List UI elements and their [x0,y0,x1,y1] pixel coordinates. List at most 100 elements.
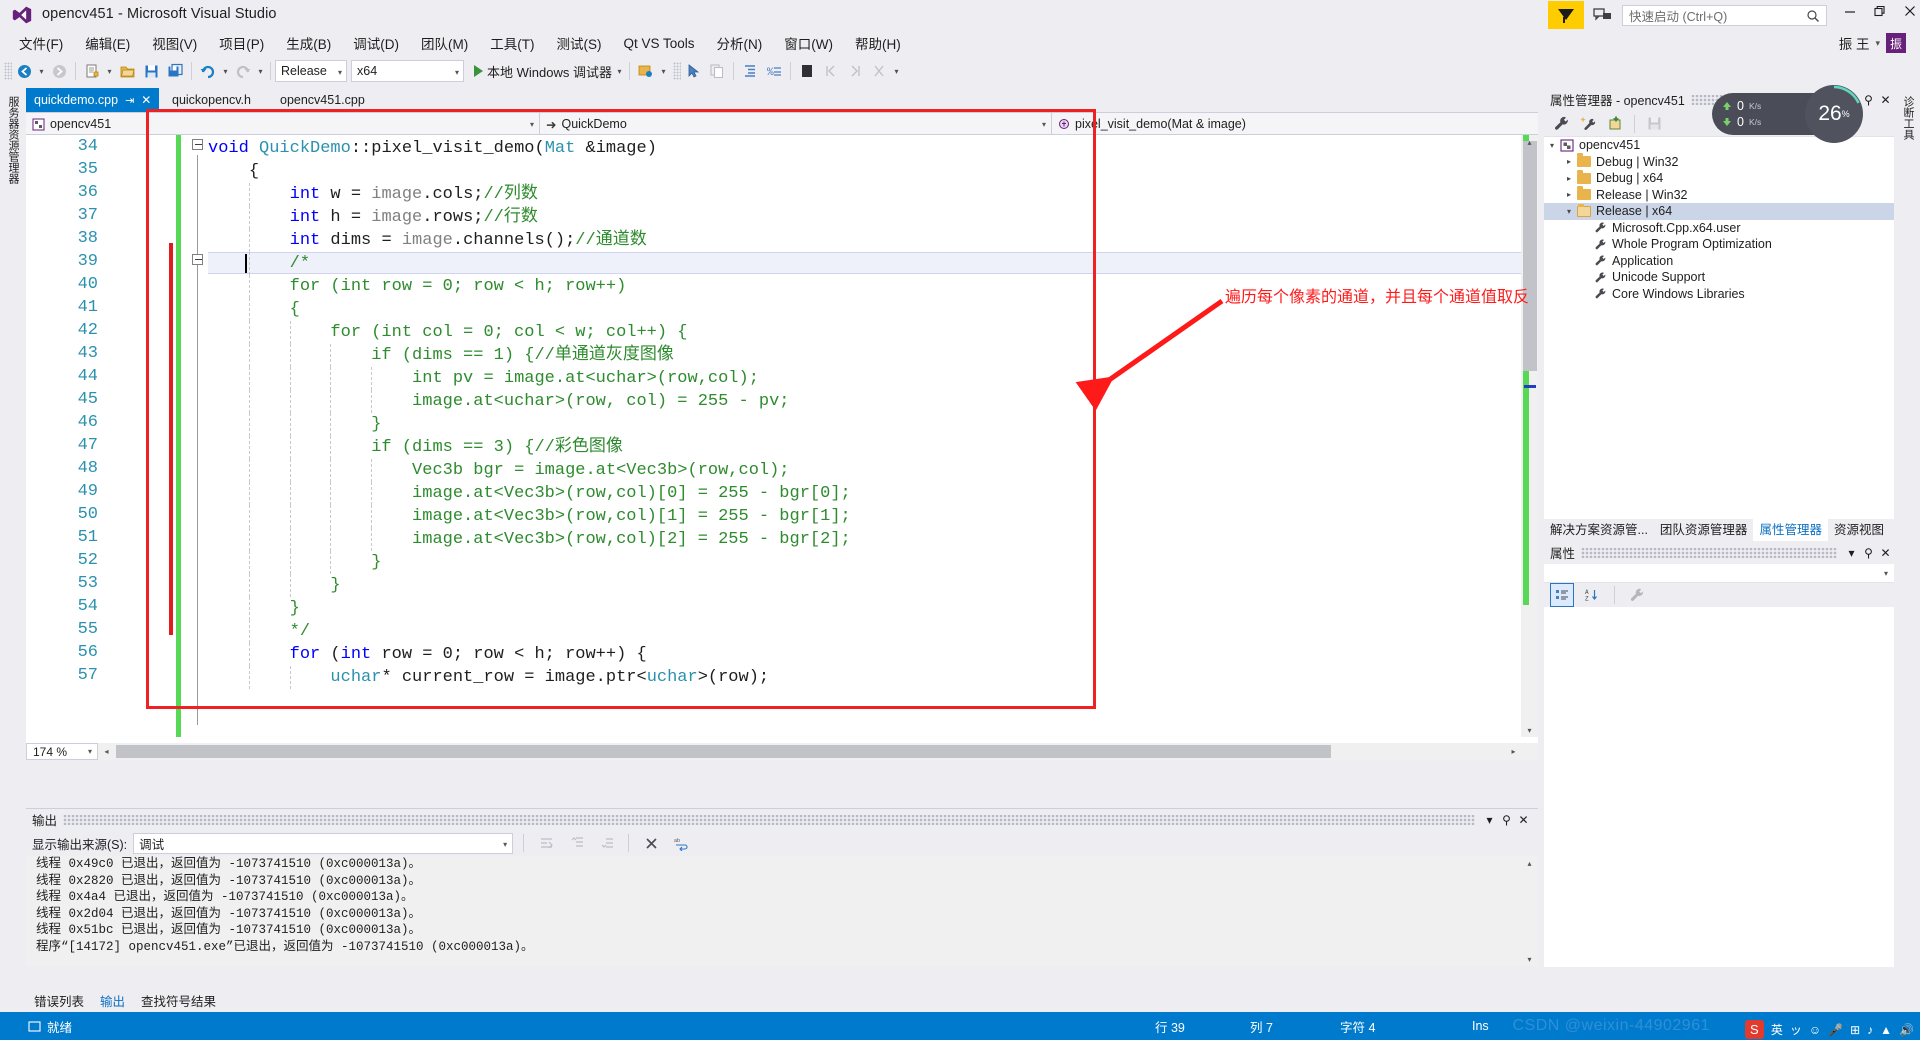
menu-item-12[interactable]: 帮助(H) [844,30,912,56]
menu-item-9[interactable]: Qt VS Tools [613,33,706,54]
minimize-button[interactable] [1836,5,1864,25]
restore-button[interactable] [1866,5,1894,25]
scrollbar-thumb[interactable] [1523,141,1537,371]
navigate-backward-caret-icon[interactable]: ▾ [36,59,47,83]
solution-configuration-combo[interactable]: Release ▾ [275,60,347,82]
dock-tab-3[interactable]: 资源视图 [1828,516,1890,541]
start-debugging-caret-icon[interactable]: ▾ [614,59,625,83]
scroll-down-button[interactable]: ▾ [1521,952,1538,966]
menu-item-0[interactable]: 文件(F) [8,30,74,56]
hscrollbar-thumb[interactable] [116,745,1331,758]
fold-toggle-icon[interactable] [192,254,203,265]
tray-expand-icon[interactable]: ▲ [1880,1023,1892,1037]
panel-menu-icon[interactable]: ▾ [1481,811,1498,829]
scroll-right-button[interactable]: ▸ [1507,745,1520,758]
bottom-tab-1[interactable]: 输出 [92,989,133,1012]
panel-drag-handle[interactable] [63,814,1475,825]
code-line-53[interactable]: } [208,574,340,597]
menu-item-5[interactable]: 调试(D) [342,30,410,56]
editor-vertical-scrollbar[interactable]: ▴ ▾ [1521,135,1538,737]
chevron-down-icon[interactable]: ▾ [1875,38,1880,49]
code-line-46[interactable]: } [208,413,381,436]
navbar-class-combo[interactable]: ➜ QuickDemo ▾ [540,113,1052,135]
output-source-combo[interactable]: 调试 ▾ [133,832,514,854]
zoom-level-combo[interactable]: 174 % ▾ [26,743,98,760]
solution-platform-combo[interactable]: x64 ▾ [351,60,464,82]
scroll-left-button[interactable]: ◂ [100,745,113,758]
code-line-52[interactable]: } [208,551,381,574]
bottom-tab-0[interactable]: 错误列表 [26,989,92,1012]
attach-caret-icon[interactable]: ▾ [658,59,669,83]
code-line-40[interactable]: for (int row = 0; row < h; row++) [208,275,627,298]
property-manager-tree[interactable]: ▾ opencv451 ▸ Debug | Win32 ▸ Debug | x64 ▸ Rel… [1544,137,1894,519]
navigate-backward-icon[interactable] [12,59,36,83]
code-line-43[interactable]: if (dims == 1) {//单通道灰度图像 [208,344,674,367]
output-vertical-scrollbar[interactable]: ▴ ▾ [1521,856,1538,966]
code-line-48[interactable]: Vec3b bgr = image.at<Vec3b>(row,col); [208,459,789,482]
navbar-project-combo[interactable]: opencv451 ▾ [26,113,540,135]
bottom-tab-2[interactable]: 查找符号结果 [133,989,224,1012]
code-line-56[interactable]: for (int row = 0; row < h; row++) { [208,643,647,666]
chevron-down-icon[interactable]: ▾ [338,68,342,77]
code-line-55[interactable]: */ [208,620,310,643]
code-line-36[interactable]: int w = image.cols;//列数 [208,183,538,206]
ime-language-icon[interactable]: 英 [1771,1021,1783,1038]
bottom-tab-strip[interactable]: 错误列表 输出 查找符号结果 [26,990,1538,1010]
ime-more-icon[interactable]: ♪ [1867,1023,1873,1037]
toolbar-grip-icon[interactable] [672,62,681,80]
auto-hide-pin-icon[interactable]: ⚲ [1498,811,1515,829]
editor-horizontal-scrollbar[interactable]: 174 % ▾ ◂ ▸ [26,743,1538,760]
close-tab-icon[interactable]: ✕ [141,93,151,107]
chevron-down-icon[interactable]: ▾ [1042,120,1046,129]
avatar[interactable]: 振 [1886,33,1906,53]
code-line-47[interactable]: if (dims == 3) {//彩色图像 [208,436,623,459]
code-line-39[interactable]: /* [208,252,310,275]
add-new-project-property-sheet-icon[interactable] [1576,112,1600,136]
alphabetical-view-icon[interactable]: A Z [1580,583,1604,607]
editor-tab-2[interactable]: opencv451.cpp [272,88,373,112]
menu-item-7[interactable]: 工具(T) [479,30,545,56]
panel-close-icon[interactable]: ✕ [1515,811,1532,829]
code-line-51[interactable]: image.at<Vec3b>(row,col)[2] = 255 - bgr[… [208,528,851,551]
code-line-44[interactable]: int pv = image.at<uchar>(row,col); [208,367,759,390]
fold-toggle-icon[interactable] [192,139,203,150]
dock-tab-2[interactable]: 属性管理器 [1753,516,1828,541]
start-debugging-button[interactable]: 本地 Windows 调试器 [472,62,614,81]
send-feedback-icon[interactable] [1592,5,1614,25]
menu-item-11[interactable]: 窗口(W) [773,30,844,56]
ime-voice-icon[interactable]: 🎤 [1828,1023,1843,1037]
close-button[interactable] [1896,5,1920,25]
property-tree-node[interactable]: ▸ Release | Win32 [1544,186,1894,204]
property-pages-wrench-icon[interactable] [1549,112,1573,136]
ime-emoji-icon[interactable]: ☺ [1809,1023,1821,1037]
user-account[interactable]: 振 王 ▾ 振 [1839,33,1906,53]
navbar-member-combo[interactable]: pixel_visit_demo(Mat & image) [1052,113,1538,135]
menu-item-6[interactable]: 团队(M) [410,30,479,56]
property-tree-node[interactable]: Unicode Support [1544,269,1894,286]
chevron-down-icon[interactable]: ▾ [88,747,92,756]
add-existing-property-sheet-icon[interactable] [1603,112,1627,136]
scroll-up-button[interactable]: ▴ [1521,135,1538,149]
code-line-41[interactable]: { [208,298,300,321]
toggle-word-wrap-icon[interactable]: ab [669,831,693,855]
panel-menu-icon[interactable]: ▾ [1843,544,1860,562]
undo-caret-icon[interactable]: ▾ [220,59,231,83]
property-tree-node[interactable]: ▸ Debug | Win32 [1544,153,1894,171]
code-line-57[interactable]: uchar* current_row = image.ptr<uchar>(ro… [208,666,769,689]
pin-tab-icon[interactable]: ⇥ [125,94,134,107]
attach-to-process-icon[interactable] [634,59,658,83]
menu-item-3[interactable]: 项目(P) [208,30,275,56]
properties-grid[interactable] [1544,607,1894,967]
auto-hide-pin-icon[interactable]: ⚲ [1860,544,1877,562]
editor-tab-0[interactable]: quickdemo.cpp ⇥ ✕ [26,88,160,112]
dock-tab-strip[interactable]: 解决方案资源管... 团队资源管理器 属性管理器 资源视图 [1544,516,1894,541]
code-text-area[interactable]: 34 35 36 37 38 39 40 41 42 43 44 45 46 47 48 49 50 51 52 53… [26,135,1538,737]
menu-item-10[interactable]: 分析(N) [706,30,774,56]
property-tree-node[interactable]: ▸ Debug | x64 [1544,169,1894,187]
new-project-caret-icon[interactable]: ▾ [104,59,115,83]
panel-close-icon[interactable]: ✕ [1877,544,1894,562]
code-line-38[interactable]: int dims = image.channels();//通道数 [208,229,647,252]
filter-icon[interactable] [1548,1,1584,29]
quick-launch-input[interactable]: 快速启动 (Ctrl+Q) [1622,5,1827,26]
code-line-54[interactable]: } [208,597,300,620]
